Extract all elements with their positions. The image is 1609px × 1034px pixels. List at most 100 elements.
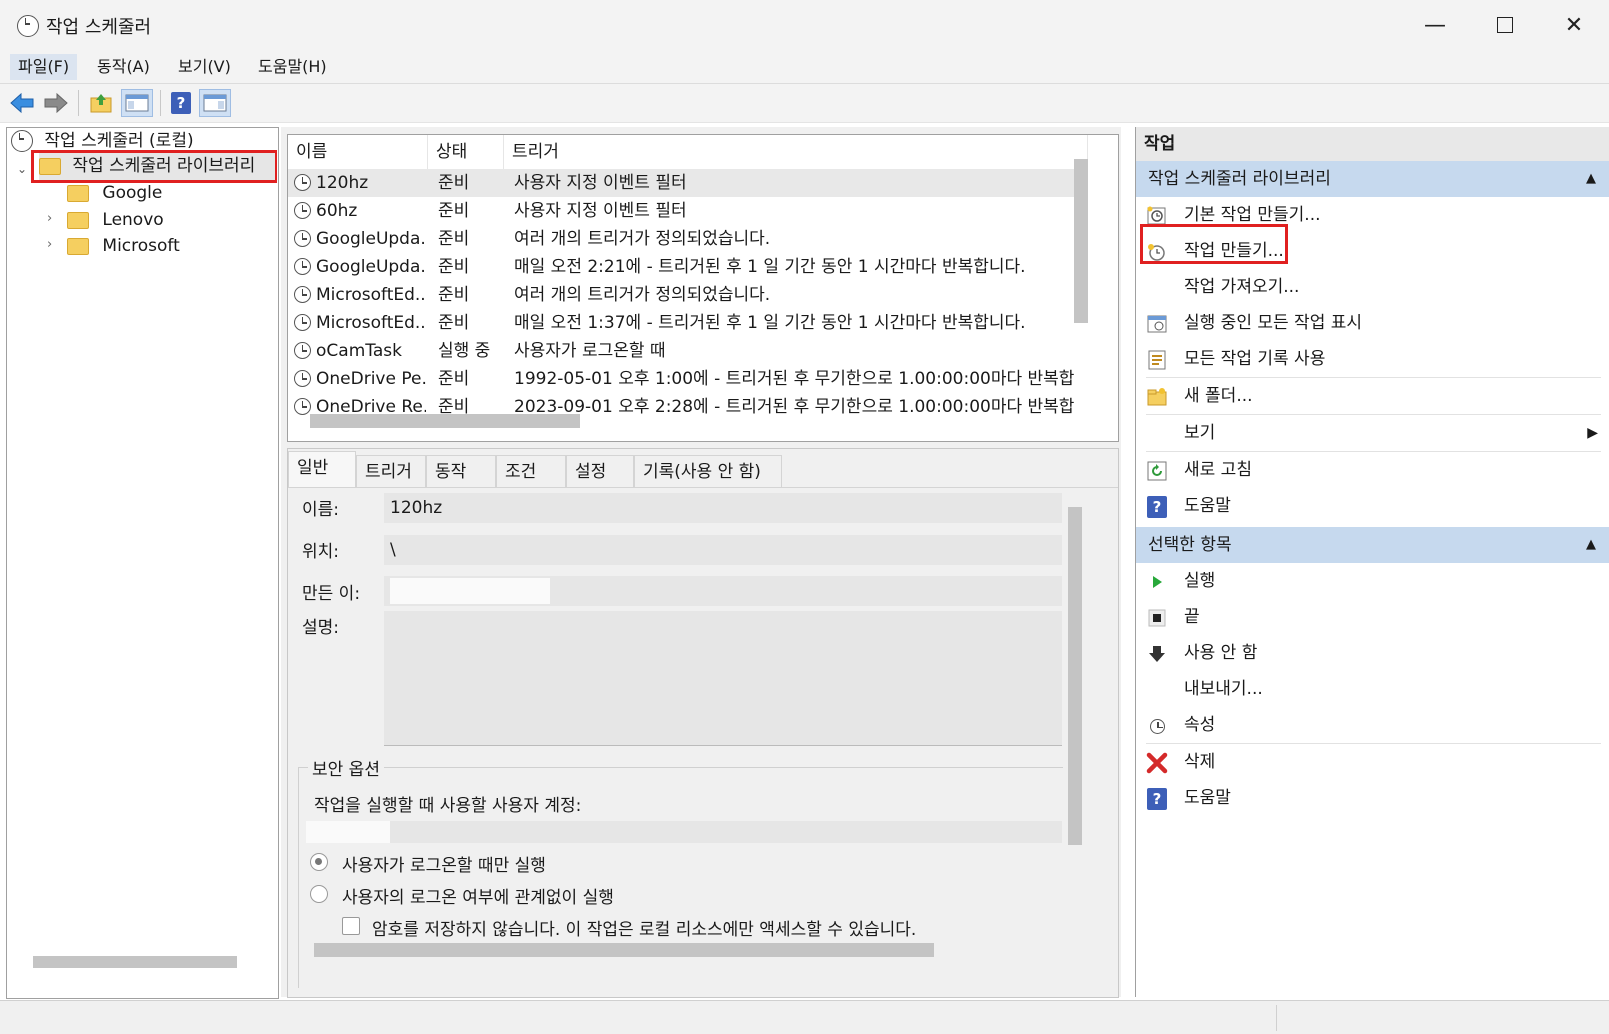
chevron-down-icon[interactable]: ⌄ bbox=[17, 162, 27, 176]
collapse-triangle-icon[interactable]: ▲ bbox=[1586, 161, 1596, 197]
menu-view[interactable]: 보기(V) bbox=[170, 54, 239, 80]
show-hide-action-pane-icon[interactable] bbox=[199, 89, 231, 117]
action-disable[interactable]: 사용 안 함 bbox=[1136, 635, 1609, 671]
cell-name: MicrosoftEd... bbox=[316, 285, 426, 305]
table-row[interactable]: OneDrive Pe... 준비 1992-05-01 오후 1:00에 - 트리… bbox=[288, 365, 1088, 393]
cell-trigger: 여러 개의 트리거가 정의되었습니다. bbox=[514, 229, 771, 249]
action-history[interactable]: 모든 작업 기록 사용 bbox=[1136, 341, 1609, 377]
tree-horizontal-scrollbar[interactable] bbox=[33, 956, 237, 968]
tab-0[interactable]: 일반 bbox=[288, 451, 356, 487]
cell-status: 준비 bbox=[438, 173, 470, 193]
disable-icon bbox=[1146, 643, 1168, 665]
table-row[interactable]: MicrosoftEd... 준비 여러 개의 트리거가 정의되었습니다. bbox=[288, 281, 1088, 309]
chevron-right-icon[interactable]: › bbox=[47, 237, 52, 252]
back-arrow-icon[interactable] bbox=[8, 89, 36, 117]
cell-name: 120hz bbox=[316, 173, 369, 193]
action-properties[interactable]: 속성 bbox=[1136, 707, 1609, 743]
tree-item-microsoft[interactable]: Microsoft bbox=[67, 233, 180, 260]
status-divider bbox=[1276, 1005, 1277, 1031]
cell-name: 60hz bbox=[316, 201, 358, 221]
description-field[interactable] bbox=[384, 611, 1062, 746]
task-list-horizontal-scrollbar[interactable] bbox=[310, 414, 580, 428]
security-options-title: 보안 옵션 bbox=[308, 755, 384, 780]
chevron-right-icon[interactable]: › bbox=[47, 211, 52, 226]
action-run[interactable]: 실행 bbox=[1136, 563, 1609, 599]
author-field[interactable] bbox=[384, 576, 1062, 606]
collapse-triangle-icon[interactable]: ▲ bbox=[1586, 527, 1596, 563]
forward-arrow-icon[interactable] bbox=[42, 89, 70, 117]
help-icon[interactable]: ? bbox=[167, 89, 195, 117]
name-field[interactable]: 120hz bbox=[384, 493, 1062, 523]
table-row[interactable]: GoogleUpda... 준비 매일 오전 2:21에 - 트리거된 후 1 일 … bbox=[288, 253, 1088, 281]
delete-icon bbox=[1146, 752, 1168, 774]
table-row[interactable]: GoogleUpda... 준비 여러 개의 트리거가 정의되었습니다. bbox=[288, 225, 1088, 253]
action-label: 실행 bbox=[1184, 571, 1216, 591]
menu-help[interactable]: 도움말(H) bbox=[250, 54, 335, 80]
action-label: 보기 bbox=[1184, 423, 1216, 443]
tree-item-library[interactable]: 작업 스케줄러 라이브러리 bbox=[39, 153, 275, 180]
action-item[interactable]: 내보내기... bbox=[1136, 671, 1609, 707]
cell-trigger: 사용자 지정 이벤트 필터 bbox=[514, 173, 687, 193]
column-header-status[interactable]: 상태 bbox=[428, 135, 504, 169]
detail-horizontal-scrollbar[interactable] bbox=[314, 943, 934, 957]
action-item[interactable]: 작업 가져오기... bbox=[1136, 269, 1609, 305]
tree-root-label: 작업 스케줄러 (로컬) bbox=[44, 131, 194, 151]
action-new-folder[interactable]: 새 폴더... bbox=[1136, 378, 1609, 414]
folder-icon bbox=[67, 237, 89, 255]
clock-icon bbox=[11, 130, 33, 152]
tab-1[interactable]: 트리거 bbox=[356, 455, 426, 487]
table-row[interactable]: oCamTask 실행 중 사용자가 로그온할 때 bbox=[288, 337, 1088, 365]
toolbar: ? bbox=[0, 84, 1609, 123]
help-icon: ? bbox=[1146, 788, 1168, 810]
detail-vertical-scrollbar[interactable] bbox=[1068, 507, 1082, 845]
radio-whether-logged-on[interactable] bbox=[310, 885, 328, 903]
console-tree-pane: 작업 스케줄러 (로컬) ⌄ 작업 스케줄러 라이브러리 Google › Le… bbox=[6, 127, 279, 999]
account-label: 작업을 실행할 때 사용할 사용자 계정: bbox=[314, 796, 582, 816]
action-delete[interactable]: 삭제 bbox=[1136, 744, 1609, 780]
maximize-button[interactable] bbox=[1470, 0, 1540, 50]
folder-icon bbox=[67, 211, 89, 229]
radio-logged-on-only[interactable] bbox=[310, 853, 328, 871]
location-field[interactable]: \ bbox=[384, 535, 1062, 565]
column-header-name[interactable]: 이름 bbox=[288, 135, 428, 169]
cell-name: GoogleUpda... bbox=[316, 229, 426, 249]
show-hide-console-tree-icon[interactable] bbox=[121, 89, 153, 117]
tab-3[interactable]: 조건 bbox=[496, 455, 566, 487]
action-help[interactable]: ? 도움말 bbox=[1136, 488, 1609, 524]
task-list-vertical-scrollbar[interactable] bbox=[1074, 159, 1088, 323]
action-refresh[interactable]: 새로 고침 bbox=[1136, 452, 1609, 488]
name-label: 이름: bbox=[302, 500, 340, 520]
up-folder-icon[interactable] bbox=[87, 89, 115, 117]
checkbox-do-not-store-password[interactable] bbox=[342, 917, 360, 935]
cell-name: oCamTask bbox=[316, 341, 402, 361]
app-clock-icon bbox=[17, 15, 39, 37]
close-button[interactable]: ✕ bbox=[1539, 0, 1609, 50]
tree-item-google[interactable]: Google bbox=[67, 180, 162, 207]
tab-4[interactable]: 설정 bbox=[566, 455, 634, 487]
action-end[interactable]: 끝 bbox=[1136, 599, 1609, 635]
table-row[interactable]: 60hz 준비 사용자 지정 이벤트 필터 bbox=[288, 197, 1088, 225]
action-help[interactable]: ? 도움말 bbox=[1136, 780, 1609, 816]
tab-5[interactable]: 기록(사용 안 함) bbox=[634, 455, 782, 487]
account-field[interactable] bbox=[306, 821, 1062, 843]
action-running-tasks[interactable]: 실행 중인 모든 작업 표시 bbox=[1136, 305, 1609, 341]
menu-file[interactable]: 파일(F) bbox=[10, 54, 78, 80]
group-header-library[interactable]: 작업 스케줄러 라이브러리 ▲ bbox=[1136, 161, 1609, 197]
task-folder-icon bbox=[39, 157, 61, 175]
cell-trigger: 2023-09-01 오후 2:28에 - 트리거된 후 무기한으로 1.00:… bbox=[514, 397, 1075, 417]
group-header-selected[interactable]: 선택한 항목 ▲ bbox=[1136, 527, 1609, 563]
cell-status: 준비 bbox=[438, 285, 470, 305]
cell-trigger: 사용자 지정 이벤트 필터 bbox=[514, 201, 687, 221]
tree-item-lenovo[interactable]: Lenovo bbox=[67, 207, 164, 234]
description-label: 설명: bbox=[302, 618, 340, 638]
menu-action[interactable]: 동작(A) bbox=[89, 54, 158, 80]
table-row[interactable]: 120hz 준비 사용자 지정 이벤트 필터 bbox=[288, 169, 1088, 197]
table-row[interactable]: MicrosoftEd... 준비 매일 오전 1:37에 - 트리거된 후 1 일… bbox=[288, 309, 1088, 337]
action-label: 실행 중인 모든 작업 표시 bbox=[1184, 313, 1363, 333]
minimize-button[interactable]: — bbox=[1400, 0, 1470, 50]
tab-2[interactable]: 동작 bbox=[426, 455, 496, 487]
task-clock-icon bbox=[294, 370, 311, 387]
running-tasks-icon bbox=[1146, 313, 1168, 335]
column-header-trigger[interactable]: 트리거 bbox=[504, 135, 1088, 169]
action-item[interactable]: 보기 ▶ bbox=[1136, 415, 1609, 451]
